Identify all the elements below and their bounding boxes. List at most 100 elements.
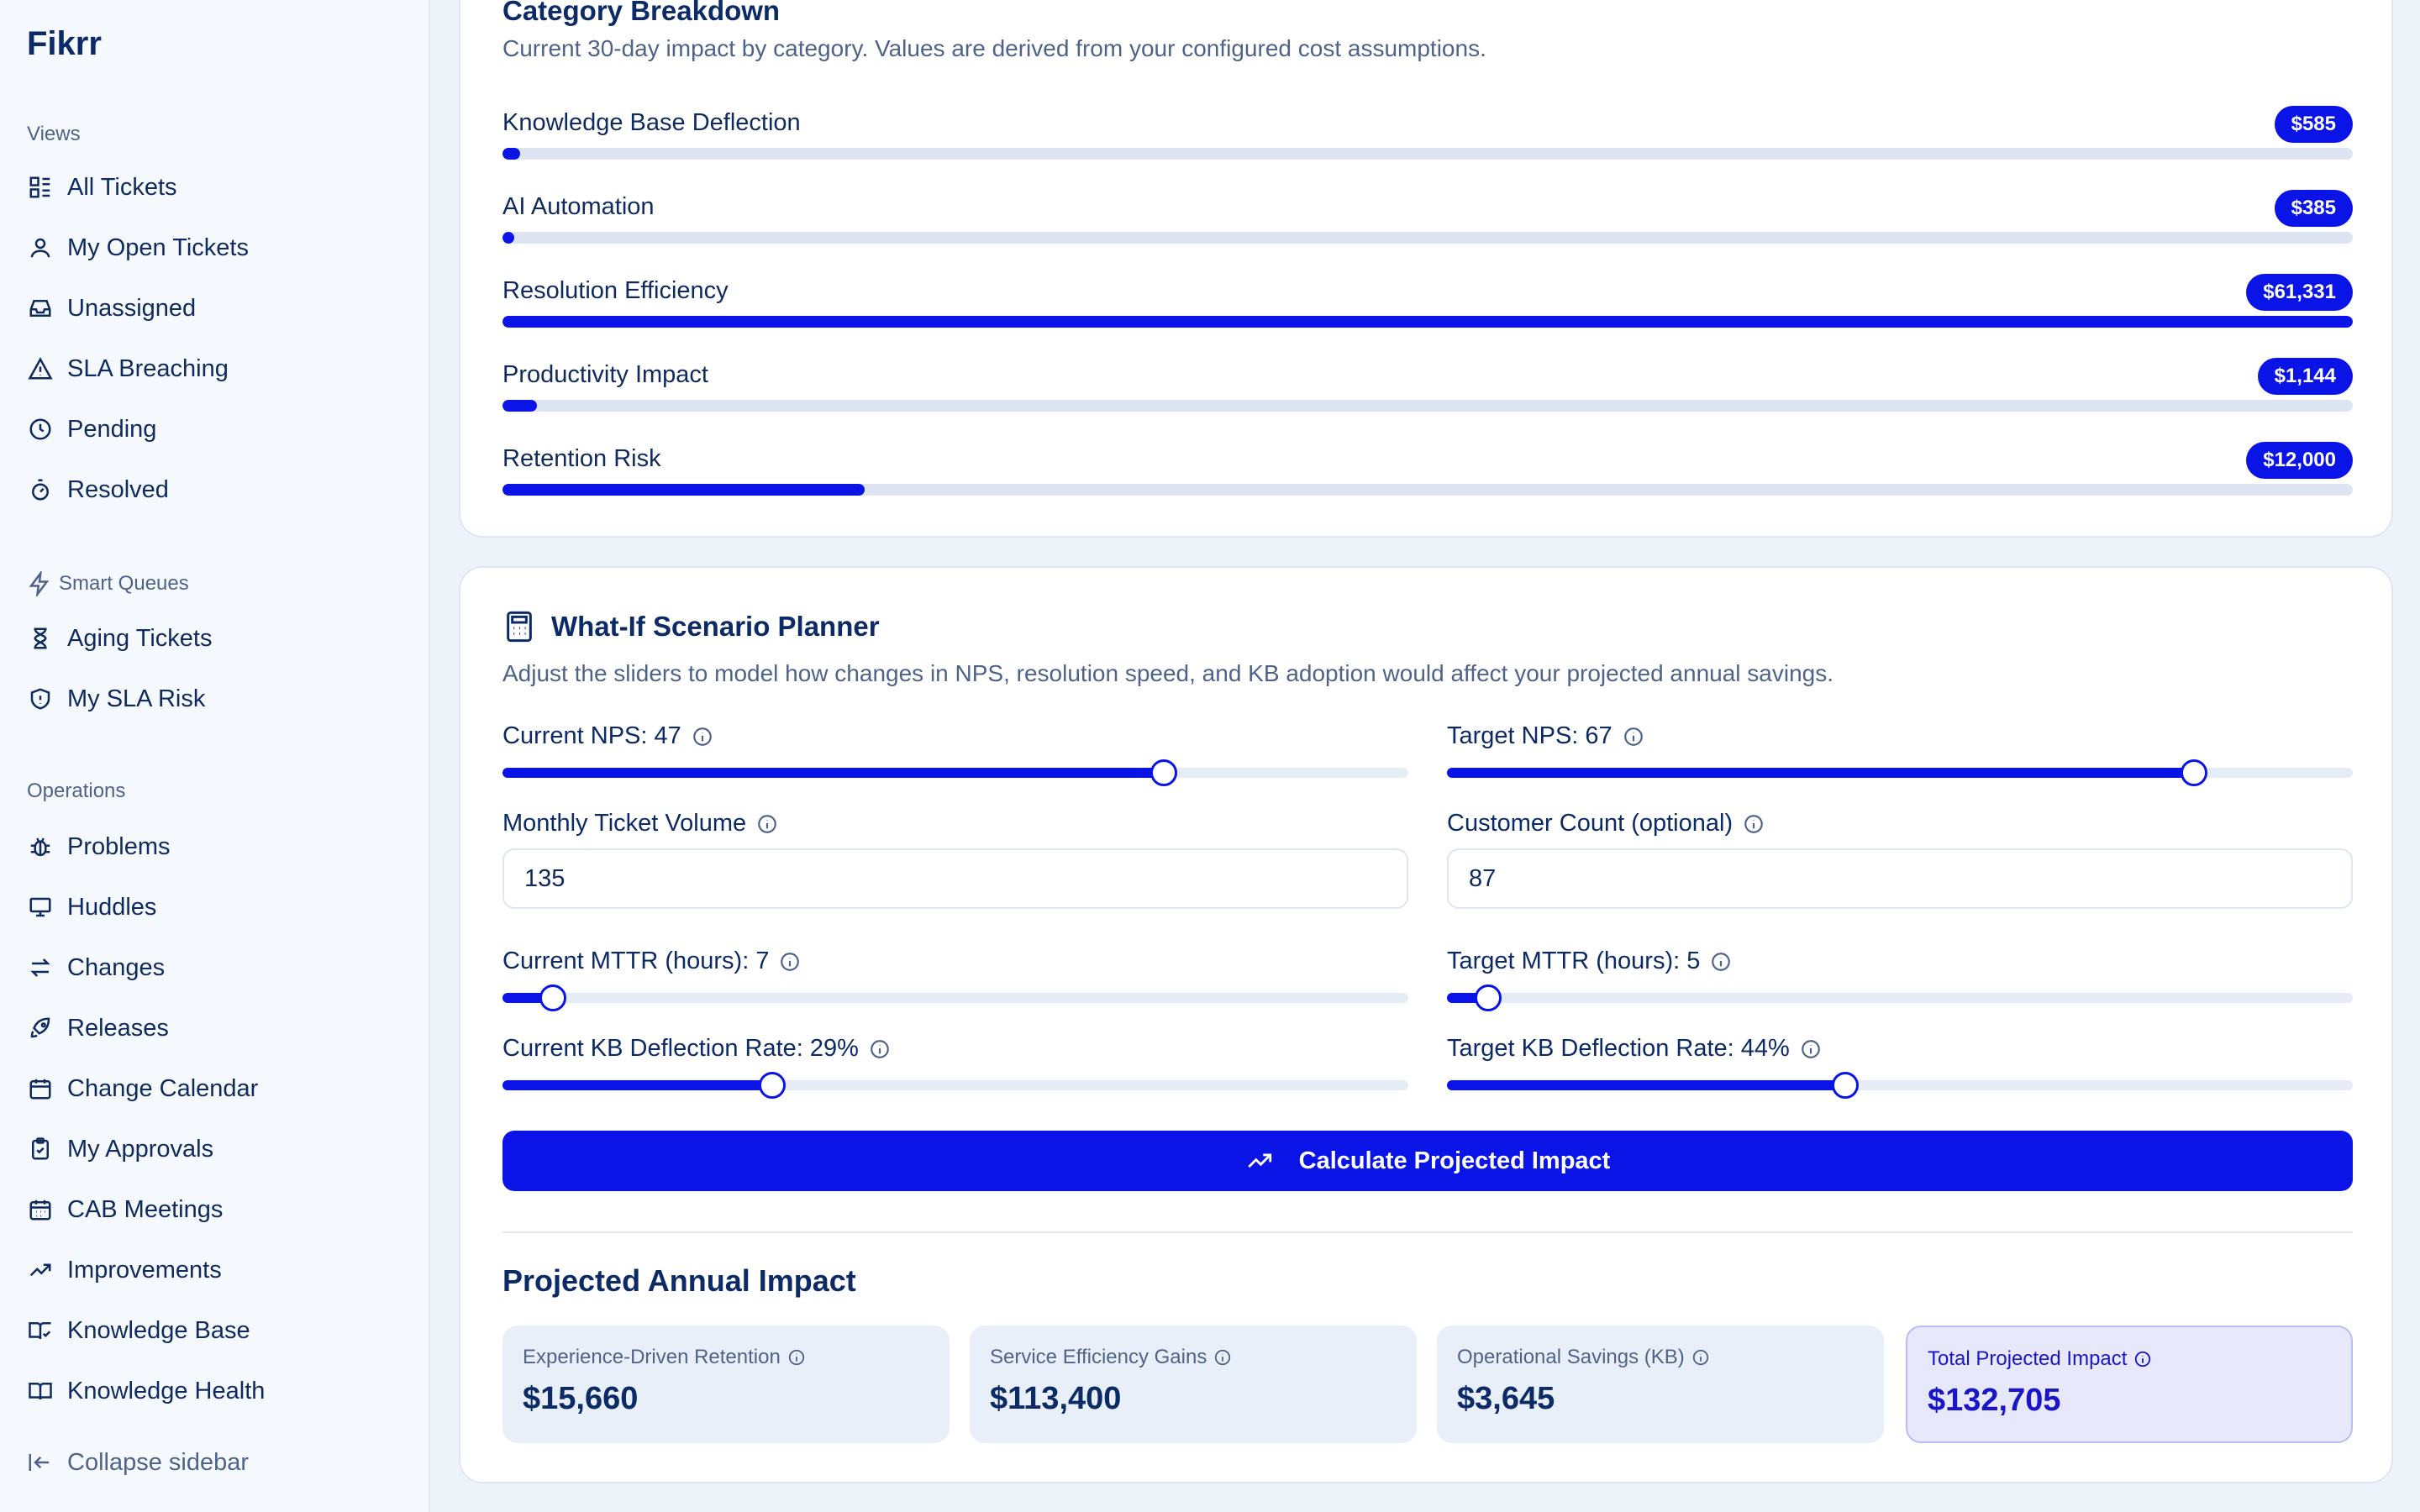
sidebar-item-label: Pending (67, 415, 157, 443)
current-nps-slider[interactable] (502, 759, 1408, 786)
sidebar-item-label: All Tickets (67, 173, 177, 201)
info-icon[interactable] (1800, 1038, 1822, 1060)
metric-value: $3,645 (1457, 1381, 1555, 1416)
monitor-icon (27, 894, 54, 921)
metric-card-total-impact: Total Projected Impact $132,705 (1906, 1326, 2353, 1443)
customer-count-label: Customer Count (optional) (1447, 810, 1733, 837)
category-label: Knowledge Base Deflection (502, 109, 801, 136)
sidebar-item-changes[interactable]: Changes (27, 944, 397, 991)
category-label: Resolution Efficiency (502, 277, 729, 304)
projected-impact-title: Projected Annual Impact (502, 1263, 856, 1298)
target-kb-field: Target KB Deflection Rate: 44% (1447, 1035, 2353, 1099)
info-icon[interactable] (1623, 726, 1644, 748)
category-bar-track (502, 232, 2353, 244)
target-mttr-label: Target MTTR (hours): 5 (1447, 948, 1701, 974)
sidebar-item-my-approvals[interactable]: My Approvals (27, 1126, 397, 1173)
slider-thumb[interactable] (759, 1072, 786, 1099)
customer-count-field: Customer Count (optional) (1447, 810, 2353, 909)
collapse-sidebar-button[interactable]: Collapse sidebar (27, 1449, 249, 1477)
current-mttr-slider[interactable] (502, 984, 1408, 1011)
trending-up-icon (1247, 1153, 1271, 1168)
slider-thumb[interactable] (2181, 759, 2208, 786)
category-value-badge: $385 (2274, 190, 2353, 227)
category-bar-fill (502, 484, 865, 496)
timer-icon (27, 476, 54, 503)
category-breakdown-title: Category Breakdown (502, 0, 781, 26)
target-nps-label: Target NPS: 67 (1447, 722, 1612, 749)
sidebar-item-knowledge-health[interactable]: Knowledge Health (27, 1368, 397, 1415)
operations-section-label: Operations (27, 780, 126, 802)
category-label: AI Automation (502, 193, 655, 220)
category-value-badge: $12,000 (2246, 442, 2353, 479)
lightning-icon (29, 571, 50, 596)
metric-card-efficiency: Service Efficiency Gains $113,400 (970, 1326, 1417, 1443)
category-bar-fill (502, 148, 520, 160)
category-bar-fill (502, 232, 514, 244)
swap-icon (27, 954, 54, 981)
inbox-icon (27, 295, 54, 322)
target-nps-slider[interactable] (1447, 759, 2353, 786)
slider-thumb[interactable] (539, 984, 567, 1011)
info-icon[interactable] (787, 1348, 806, 1367)
info-icon[interactable] (779, 951, 801, 973)
category-bar-track (502, 316, 2353, 328)
sidebar-item-change-calendar[interactable]: Change Calendar (27, 1065, 397, 1112)
sidebar-item-releases[interactable]: Releases (27, 1005, 397, 1052)
slider-thumb[interactable] (1150, 759, 1177, 786)
sidebar-item-unassigned[interactable]: Unassigned (27, 285, 397, 332)
what-if-title: What-If Scenario Planner (551, 611, 880, 642)
user-icon (27, 234, 54, 261)
current-mttr-field: Current MTTR (hours): 7 (502, 948, 1408, 1011)
info-icon[interactable] (869, 1038, 891, 1060)
sidebar-item-huddles[interactable]: Huddles (27, 884, 397, 931)
metric-value: $132,705 (1928, 1383, 2061, 1418)
ticket-volume-field: Monthly Ticket Volume (502, 810, 1408, 909)
bug-icon (27, 833, 54, 860)
sidebar-item-label: Aging Tickets (67, 624, 213, 652)
sidebar-item-improvements[interactable]: Improvements (27, 1247, 397, 1294)
sidebar-item-label: Huddles (67, 893, 157, 921)
customer-count-input[interactable] (1447, 848, 2353, 909)
slider-thumb[interactable] (1474, 984, 1502, 1011)
sidebar-item-label: Resolved (67, 475, 169, 503)
info-icon[interactable] (756, 813, 778, 835)
target-mttr-field: Target MTTR (hours): 5 (1447, 948, 2353, 1011)
info-icon[interactable] (1213, 1348, 1232, 1367)
sidebar: Fikrr Views All Tickets My Open Tickets … (0, 0, 430, 1512)
info-icon[interactable] (2133, 1350, 2152, 1368)
sidebar-item-cab-meetings[interactable]: CAB Meetings (27, 1186, 397, 1233)
target-kb-slider[interactable] (1447, 1072, 2353, 1099)
info-icon[interactable] (1743, 813, 1765, 835)
category-label: Productivity Impact (502, 361, 708, 388)
current-kb-slider[interactable] (502, 1072, 1408, 1099)
what-if-header: What-If Scenario Planner (502, 610, 880, 643)
clock-icon (27, 416, 54, 443)
sidebar-item-resolved[interactable]: Resolved (27, 466, 397, 513)
sidebar-item-my-open-tickets[interactable]: My Open Tickets (27, 224, 397, 271)
sidebar-item-label: My SLA Risk (67, 685, 206, 712)
category-bar-track (502, 400, 2353, 412)
sidebar-item-label: My Approvals (67, 1135, 214, 1163)
sidebar-item-knowledge-base[interactable]: Knowledge Base (27, 1307, 397, 1354)
current-kb-label: Current KB Deflection Rate: 29% (502, 1035, 859, 1062)
sidebar-item-aging-tickets[interactable]: Aging Tickets (27, 615, 397, 662)
target-mttr-slider[interactable] (1447, 984, 2353, 1011)
sidebar-item-label: Change Calendar (67, 1074, 259, 1102)
sidebar-item-label: Problems (67, 832, 171, 860)
app-logo: Fikrr (27, 25, 102, 62)
sidebar-item-label: Unassigned (67, 294, 197, 322)
sidebar-item-label: CAB Meetings (67, 1195, 224, 1223)
sidebar-item-sla-breaching[interactable]: SLA Breaching (27, 345, 397, 392)
sidebar-item-my-sla-risk[interactable]: My SLA Risk (27, 675, 397, 722)
slider-thumb[interactable] (1832, 1072, 1860, 1099)
sidebar-item-all-tickets[interactable]: All Tickets (27, 164, 397, 211)
info-icon[interactable] (692, 726, 713, 748)
sidebar-item-pending[interactable]: Pending (27, 406, 397, 453)
info-icon[interactable] (1691, 1348, 1710, 1367)
calculate-projected-impact-button[interactable]: Calculate Projected Impact (502, 1131, 2353, 1191)
info-icon[interactable] (1710, 951, 1732, 973)
trending-up-icon (27, 1257, 54, 1284)
current-mttr-label: Current MTTR (hours): 7 (502, 948, 770, 974)
sidebar-item-problems[interactable]: Problems (27, 823, 397, 870)
ticket-volume-input[interactable] (502, 848, 1408, 909)
